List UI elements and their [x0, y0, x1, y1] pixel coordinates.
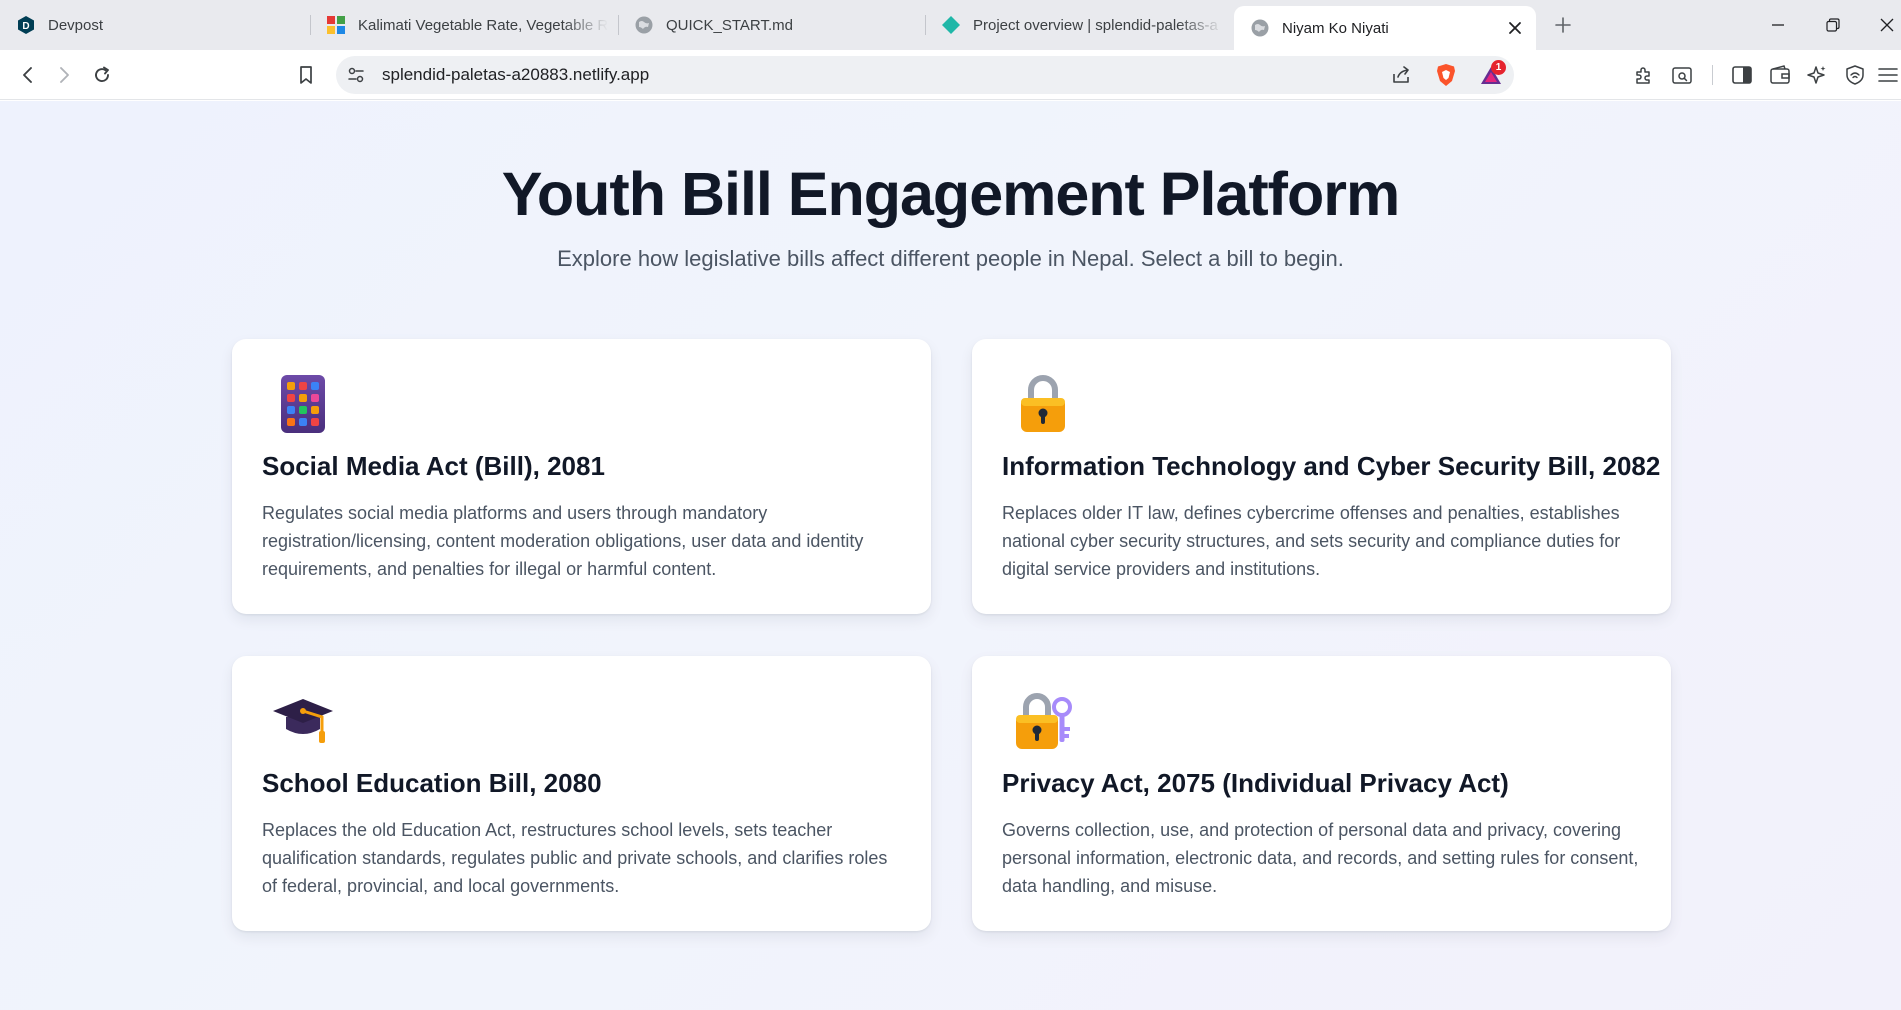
page-content: Youth Bill Engagement Platform Explore h…: [0, 101, 1901, 1010]
bill-title: Information Technology and Cyber Securit…: [1002, 451, 1661, 481]
bookmark-icon[interactable]: [292, 61, 320, 89]
tab-title: Project overview | splendid-paletas-a: [973, 16, 1218, 34]
share-icon[interactable]: [1389, 63, 1413, 87]
bill-card-privacy-act[interactable]: Privacy Act, 2075 (Individual Privacy Ac…: [972, 656, 1671, 931]
graduation-cap-icon: [270, 688, 336, 754]
extensions-icon[interactable]: [1630, 61, 1658, 89]
bill-card-it-cyber-security[interactable]: Information Technology and Cyber Securit…: [972, 339, 1671, 614]
vpn-shield-icon[interactable]: [1841, 61, 1869, 89]
locked-with-key-icon: [1010, 688, 1076, 754]
reload-button[interactable]: [88, 61, 116, 89]
globe-icon: [634, 15, 654, 35]
tab-niyam-ko-niyati[interactable]: Niyam Ko Niyati: [1234, 6, 1536, 50]
notification-badge: 1: [1491, 60, 1506, 75]
toolbar-separator: [1712, 65, 1713, 85]
tab-netlify-overview[interactable]: Project overview | splendid-paletas-a: [925, 6, 1233, 44]
bill-title: Social Media Act (Bill), 2081: [262, 451, 605, 481]
new-tab-button[interactable]: [1550, 12, 1576, 38]
padlock-icon: [1010, 371, 1076, 437]
page-title: Youth Bill Engagement Platform: [501, 160, 1400, 228]
bill-title: Privacy Act, 2075 (Individual Privacy Ac…: [1002, 768, 1509, 798]
globe-icon: [1250, 18, 1270, 38]
forward-button[interactable]: [50, 61, 78, 89]
tab-strip: D Devpost Kalimati Vegetable Rate, Veget…: [0, 0, 1901, 50]
address-bar[interactable]: splendid-paletas-a20883.netlify.app 1: [336, 56, 1514, 94]
url-text[interactable]: splendid-paletas-a20883.netlify.app: [382, 56, 649, 94]
leo-ai-icon[interactable]: [1668, 61, 1696, 89]
tab-kalimati[interactable]: Kalimati Vegetable Rate, Vegetable R: [310, 6, 618, 44]
wallet-icon[interactable]: [1766, 61, 1794, 89]
tab-title: QUICK_START.md: [666, 16, 793, 34]
tab-title: Kalimati Vegetable Rate, Vegetable R: [358, 16, 608, 34]
tab-title: Devpost: [48, 16, 104, 34]
bill-description: Replaces older IT law, defines cybercrim…: [1002, 503, 1621, 579]
svg-text:D: D: [22, 21, 29, 32]
back-button[interactable]: [14, 61, 42, 89]
sidebar-icon[interactable]: [1728, 61, 1756, 89]
brave-shields-icon[interactable]: [1434, 63, 1458, 87]
bill-description: Regulates social media platforms and use…: [262, 503, 864, 579]
bill-card-school-education[interactable]: School Education Bill, 2080 Replaces the…: [232, 656, 931, 931]
minimize-button[interactable]: [1763, 10, 1793, 40]
close-window-button[interactable]: [1872, 10, 1901, 40]
brave-rewards-icon[interactable]: 1: [1476, 60, 1506, 87]
bill-description: Governs collection, use, and protection …: [1002, 820, 1639, 896]
tab-quick-start[interactable]: QUICK_START.md: [618, 6, 925, 44]
bill-description: Replaces the old Education Act, restruct…: [262, 820, 888, 896]
restore-button[interactable]: [1818, 10, 1848, 40]
close-icon[interactable]: [1504, 17, 1526, 39]
page-subtitle: Explore how legislative bills affect dif…: [557, 246, 1344, 271]
bill-title: School Education Bill, 2080: [262, 768, 602, 798]
kalimati-icon: [326, 15, 346, 35]
bill-card-social-media-act[interactable]: Social Media Act (Bill), 2081 Regulates …: [232, 339, 931, 614]
tab-title: Niyam Ko Niyati: [1282, 19, 1389, 37]
netlify-icon: [941, 15, 961, 35]
browser-toolbar: splendid-paletas-a20883.netlify.app 1: [0, 50, 1901, 100]
site-settings-icon[interactable]: [346, 65, 366, 85]
tab-devpost[interactable]: D Devpost: [0, 6, 310, 44]
mobile-phone-icon: [270, 371, 336, 437]
menu-icon[interactable]: [1873, 61, 1901, 89]
devpost-icon: D: [16, 15, 36, 35]
sparkle-icon[interactable]: [1803, 61, 1831, 89]
